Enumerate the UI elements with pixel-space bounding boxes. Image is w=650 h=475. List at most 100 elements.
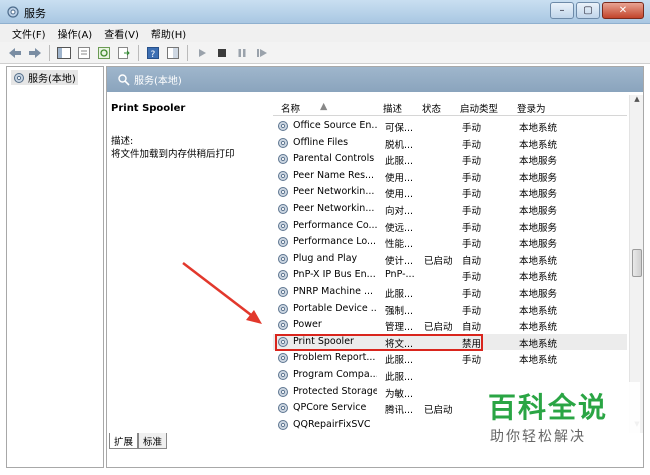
service-gear-icon [278, 270, 288, 281]
service-name: Plug and Play [293, 252, 358, 264]
service-logon-as: 本地系统 [519, 355, 558, 367]
service-name: PnP-X IP Bus En... [293, 269, 376, 281]
forward-icon[interactable] [26, 44, 44, 62]
table-row[interactable]: Performance Co... 使远... 手动 本地服务 [273, 218, 627, 235]
start-service-icon[interactable] [193, 44, 211, 62]
table-row-selected[interactable]: Print Spooler 将文... 禁用 本地系统 [273, 333, 627, 351]
service-name: Portable Device ... [293, 302, 377, 314]
service-logon-as: 本地系统 [519, 139, 558, 151]
service-startup-type: 自动 [462, 255, 482, 267]
column-header-startup-type[interactable]: 启动类型 [460, 101, 498, 115]
table-row[interactable]: Peer Networkin... 向对... 手动 本地服务 [273, 201, 627, 218]
watermark-title: 百科全说 [488, 391, 609, 424]
menu-help[interactable]: 帮助(H) [145, 26, 192, 41]
restart-service-icon[interactable] [253, 44, 271, 62]
service-status: 已启动 [424, 255, 453, 267]
service-gear-icon [278, 303, 288, 314]
console-tree-icon[interactable] [55, 44, 73, 62]
service-description: 此服... [385, 371, 414, 383]
scroll-up-arrow-icon[interactable]: ▲ [630, 95, 644, 108]
refresh-icon[interactable] [95, 44, 113, 62]
show-pane-icon[interactable] [164, 44, 182, 62]
watermark-subtitle: 助你轻松解决 [490, 429, 586, 445]
service-startup-type: 手动 [462, 355, 482, 367]
service-name: QPCore Service [293, 402, 367, 414]
service-name: PNRP Machine ... [293, 285, 374, 297]
service-name: QQRepairFixSVC [293, 418, 371, 430]
service-logon-as: 本地系统 [519, 305, 558, 317]
service-logon-as: 本地系统 [519, 123, 558, 134]
tab-extended[interactable]: 扩展 [109, 433, 139, 449]
service-logon-as: 本地服务 [519, 172, 558, 184]
pause-service-icon[interactable] [233, 44, 251, 62]
column-header-status[interactable]: 状态 [422, 101, 441, 115]
column-header-name[interactable]: 名称 [281, 101, 300, 115]
service-name: Performance Co... [293, 219, 377, 231]
description-text: 将文件加载到内存供稍后打印 [111, 149, 235, 160]
title-bar: 服务 – ▢ ✕ [0, 0, 650, 24]
service-description: 使远... [385, 222, 414, 234]
service-gear-icon [278, 353, 288, 364]
service-description: 为敏... [385, 388, 414, 400]
table-row[interactable]: Power 管理... 已启动 自动 本地系统 [273, 317, 627, 334]
menu-action[interactable]: 操作(A) [52, 26, 99, 41]
maximize-button[interactable]: ▢ [576, 2, 600, 19]
table-row[interactable]: Portable Device ... 强制... 手动 本地系统 [273, 301, 627, 318]
column-header-description[interactable]: 描述 [383, 101, 402, 115]
service-startup-type: 手动 [462, 205, 482, 217]
back-icon[interactable] [6, 44, 24, 62]
watermark: 百科全说 助你轻松解决 [468, 382, 640, 450]
export-icon[interactable] [115, 44, 133, 62]
service-logon-as: 本地服务 [519, 205, 558, 217]
service-gear-icon [278, 203, 288, 214]
table-row[interactable]: PnP-X IP Bus En... PnP-... 手动 本地系统 [273, 267, 627, 284]
menu-file[interactable]: 文件(F) [6, 26, 52, 41]
service-name: Parental Controls [293, 153, 375, 165]
menu-view[interactable]: 查看(V) [98, 26, 145, 41]
close-button[interactable]: ✕ [602, 2, 644, 19]
service-description: 腾讯... [385, 405, 414, 417]
tree-item-services-local[interactable]: 服务(本地) [11, 70, 78, 85]
service-gear-icon [278, 419, 288, 430]
table-row[interactable]: Plug and Play 使计... 已启动 自动 本地系统 [273, 251, 627, 268]
service-name: Power [293, 319, 322, 331]
table-row[interactable]: Problem Report... 此服... 手动 本地系统 [273, 350, 627, 367]
service-logon-as: 本地系统 [519, 322, 558, 334]
service-name: Peer Name Res... [293, 169, 375, 181]
pane-header-title: 服务(本地) [134, 76, 182, 87]
column-header-logon-as[interactable]: 登录为 [517, 101, 546, 115]
properties-icon[interactable] [75, 44, 93, 62]
svg-text:?: ? [151, 50, 156, 59]
help-icon[interactable]: ? [144, 44, 162, 62]
scroll-thumb[interactable] [632, 249, 642, 277]
table-row[interactable]: Performance Lo... 性能... 手动 本地服务 [273, 234, 627, 251]
service-description: 强制... [385, 305, 414, 317]
selected-service-title: Print Spooler [111, 103, 186, 114]
toolbar-divider [187, 44, 188, 61]
toolbar-divider [138, 44, 139, 61]
table-row[interactable]: Parental Controls 此服... 手动 本地服务 [273, 151, 627, 168]
service-startup-type: 手动 [462, 156, 482, 168]
service-description: 使用... [385, 172, 414, 184]
column-header-row: ▲ 名称 描述 状态 启动类型 登录为 [273, 98, 627, 116]
service-name: Protected Storage [293, 385, 377, 397]
table-row[interactable]: Peer Networkin... 使用... 手动 本地服务 [273, 184, 627, 201]
tree-item-label: 服务(本地) [28, 74, 76, 85]
table-row[interactable]: Office Source En... 可保... 手动 本地系统 [273, 118, 627, 135]
table-row[interactable]: Peer Name Res... 使用... 手动 本地服务 [273, 168, 627, 185]
service-gear-icon [278, 403, 288, 414]
service-name: Program Compa... [293, 368, 377, 380]
table-row[interactable]: PNRP Machine ... 此服... 手动 本地服务 [273, 284, 627, 301]
service-logon-as: 本地服务 [519, 288, 558, 300]
service-startup-type: 自动 [462, 322, 482, 334]
stop-service-icon[interactable] [213, 44, 231, 62]
services-gear-icon [14, 72, 24, 83]
minimize-button[interactable]: – [550, 2, 574, 19]
service-startup-type: 手动 [462, 123, 482, 134]
service-description: 此服... [385, 355, 414, 367]
table-row[interactable]: Program Compa... 此服... [273, 367, 627, 384]
service-gear-icon [278, 121, 288, 131]
tab-standard[interactable]: 标准 [138, 433, 168, 449]
table-row[interactable]: Offline Files 脱机... 手动 本地系统 [273, 135, 627, 152]
service-gear-icon [278, 137, 288, 148]
